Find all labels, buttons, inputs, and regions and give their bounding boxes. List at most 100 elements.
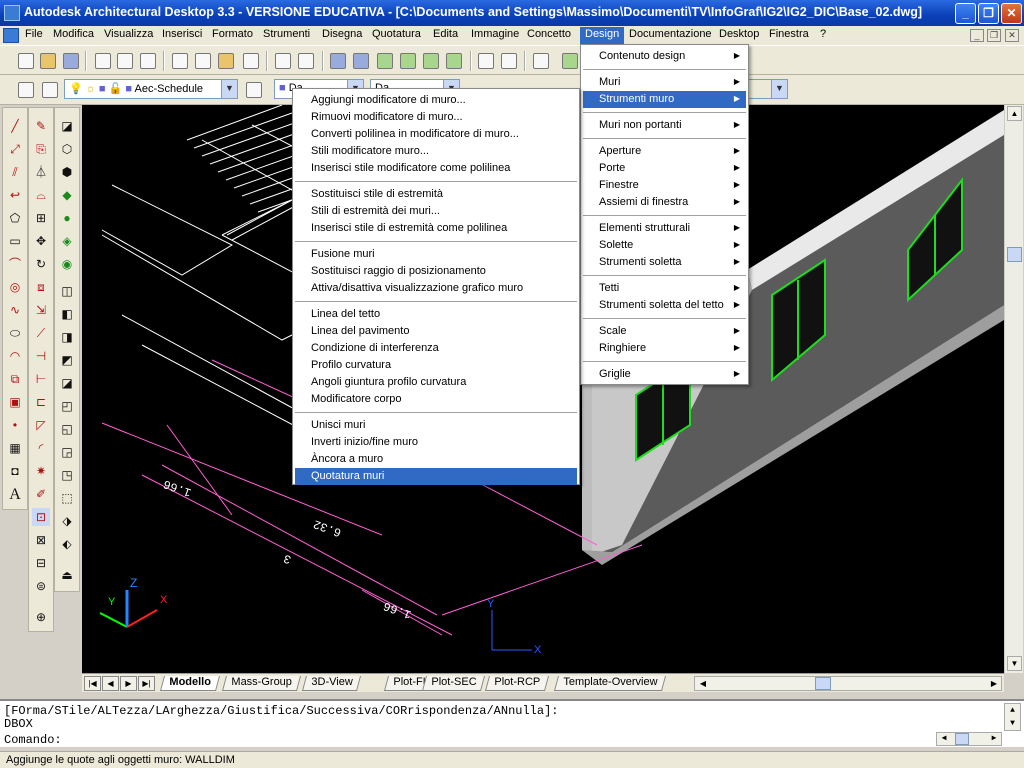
nw-iso-icon[interactable]: ⬚ xyxy=(58,489,76,507)
copy-icon[interactable] xyxy=(195,53,211,69)
menu-quotatura[interactable]: Quotatura xyxy=(367,27,426,44)
scale-icon[interactable]: ⧈ xyxy=(32,278,50,296)
mass-cylinder-icon[interactable]: ◈ xyxy=(58,232,76,250)
scroll-down-icon[interactable]: ▼ xyxy=(1005,717,1020,730)
polyline-icon[interactable]: ↩ xyxy=(6,186,24,204)
box-icon[interactable]: ⬢ xyxy=(58,163,76,181)
scroll-up-icon[interactable]: ▲ xyxy=(1007,106,1022,121)
chevron-down-icon[interactable]: ▼ xyxy=(221,80,237,98)
undo-icon[interactable] xyxy=(275,53,291,69)
ellipse-icon[interactable]: ⬭ xyxy=(6,324,24,342)
design-menu-item-strumenti-soletta-del-tetto[interactable]: Strumenti soletta del tetto ▶ xyxy=(583,297,746,314)
wall-menu-item-inverti-inizio-fine-muro[interactable]: Inverti inizio/fine muro xyxy=(295,434,577,451)
design-menu-item-contenuto-design[interactable]: Contenuto design ▶ xyxy=(583,48,746,65)
design-center-icon[interactable] xyxy=(377,53,393,69)
design-menu-item-ringhiere[interactable]: Ringhiere ▶ xyxy=(583,340,746,357)
design-menu-item-strumenti-soletta[interactable]: Strumenti soletta ▶ xyxy=(583,254,746,271)
named-views-icon[interactable] xyxy=(533,53,549,69)
mass-sphere-icon[interactable]: ● xyxy=(58,209,76,227)
print-preview-icon[interactable] xyxy=(117,53,133,69)
snap-icon[interactable]: ⊡ xyxy=(32,508,50,526)
menu-edita[interactable]: Edita xyxy=(428,27,463,44)
design-menu-item-tetti[interactable]: Tetti ▶ xyxy=(583,280,746,297)
scroll-right-icon[interactable]: ▶ xyxy=(987,733,1001,745)
lengthen-icon[interactable]: ⟋ xyxy=(32,324,50,342)
design-menu-item-assiemi-di-finestra[interactable]: Assiemi di finestra ▶ xyxy=(583,194,746,211)
match-properties-icon[interactable] xyxy=(243,53,259,69)
object-viewer-icon[interactable] xyxy=(446,53,462,69)
menu-inserisci[interactable]: Inserisci xyxy=(157,27,207,44)
command-prompt[interactable]: Comando: xyxy=(4,733,62,747)
move-icon[interactable]: ✥ xyxy=(32,232,50,250)
design-menu-item-aperture[interactable]: Aperture ▶ xyxy=(583,143,746,160)
view-right-icon[interactable]: ◩ xyxy=(58,351,76,369)
break-icon[interactable]: ⊏ xyxy=(32,393,50,411)
new-file-icon[interactable] xyxy=(18,53,34,69)
design-menu-item-scale[interactable]: Scale ▶ xyxy=(583,323,746,340)
minimize-button[interactable]: _ xyxy=(955,3,976,24)
scroll-thumb[interactable] xyxy=(1007,247,1022,262)
mass-dome-icon[interactable]: ◉ xyxy=(58,255,76,273)
wall-menu-item-inserisci-stile-di-estremita-come-polilinea[interactable]: Inserisci stile di estremità come polili… xyxy=(295,220,577,237)
make-layer-current-icon[interactable] xyxy=(42,82,58,98)
osnap-settings-icon[interactable]: ⊕ xyxy=(32,608,50,626)
rotate-icon[interactable]: ↻ xyxy=(32,255,50,273)
autocad-app-icon[interactable] xyxy=(4,5,20,21)
iso-view-icon[interactable]: ⬗ xyxy=(58,512,76,530)
menu-finestra[interactable]: Finestra xyxy=(764,27,814,44)
command-scrollbar[interactable]: ▲ ▼ xyxy=(1004,703,1021,731)
design-menu-item-strumenti-muro[interactable]: Strumenti muro ▶ xyxy=(583,91,746,108)
hyperlink-icon[interactable] xyxy=(330,53,346,69)
make-block-icon[interactable]: ▣ xyxy=(6,393,24,411)
layer-previous-icon[interactable] xyxy=(246,82,262,98)
design-menu-item-griglie[interactable]: Griglie ▶ xyxy=(583,366,746,383)
object-snap-icon[interactable]: ⊠ xyxy=(32,531,50,549)
menu-immagine[interactable]: Immagine xyxy=(466,27,524,44)
ortho-icon[interactable]: ⊟ xyxy=(32,554,50,572)
document-icon[interactable] xyxy=(3,28,19,43)
wall-menu-item-aggiungi-modificatore-di-muro[interactable]: Aggiungi modificatore di muro... xyxy=(295,92,577,109)
view-left-icon[interactable]: ◨ xyxy=(58,328,76,346)
polar-icon[interactable]: ⊜ xyxy=(32,577,50,595)
se-iso-icon[interactable]: ◲ xyxy=(58,443,76,461)
trim-icon[interactable]: ⊣ xyxy=(32,347,50,365)
chevron-down-icon[interactable]: ▼ xyxy=(771,80,787,98)
wall-menu-item-angoli-giuntura-profilo-curvatura[interactable]: Angoli giuntura profilo curvatura xyxy=(295,374,577,391)
stretch-icon[interactable]: ⇲ xyxy=(32,301,50,319)
paste-icon[interactable] xyxy=(218,53,234,69)
menu-concetto[interactable]: Concetto xyxy=(522,27,576,44)
3d-face-icon[interactable]: ⬡ xyxy=(58,140,76,158)
distance-icon[interactable] xyxy=(478,53,494,69)
layer-manager-icon[interactable] xyxy=(18,82,34,98)
polygon-icon[interactable]: ⬠ xyxy=(6,209,24,227)
maximize-button[interactable]: ❐ xyxy=(978,3,999,24)
perspective-icon[interactable]: ⬖ xyxy=(58,535,76,553)
mdi-close-button[interactable]: ✕ xyxy=(1005,29,1019,42)
design-menu-item-finestre[interactable]: Finestre ▶ xyxy=(583,177,746,194)
design-menu-item-muri[interactable]: Muri ▶ xyxy=(583,74,746,91)
prev-tab-icon[interactable]: ◀ xyxy=(102,676,119,691)
edit-polyline-icon[interactable]: ✐ xyxy=(32,485,50,503)
find-icon[interactable] xyxy=(140,53,156,69)
wall-menu-item-attiva-disattiva-visualizzazione-grafico-muro[interactable]: Attiva/disattiva visualizzazione grafico… xyxy=(295,280,577,297)
wall-menu-item-profilo-curvatura[interactable]: Profilo curvatura xyxy=(295,357,577,374)
menu-strumenti[interactable]: Strumenti xyxy=(258,27,315,44)
close-button[interactable]: ✕ xyxy=(1001,3,1022,24)
arc-icon[interactable]: ⌒ xyxy=(6,255,24,273)
menu-help[interactable]: ? xyxy=(815,27,831,44)
menu-disegna[interactable]: Disegna xyxy=(317,27,367,44)
view-bottom-icon[interactable]: ◪ xyxy=(58,374,76,392)
menu-desktop[interactable]: Desktop xyxy=(714,27,764,44)
camera-icon[interactable]: ⏏ xyxy=(58,566,76,584)
wall-menu-item-condizione-di-interferenza[interactable]: Condizione di interferenza xyxy=(295,340,577,357)
insert-block-icon[interactable]: ⧉ xyxy=(6,370,24,388)
wall-menu-item-inserisci-stile-modificatore-come-polilinea[interactable]: Inserisci stile modificatore come polili… xyxy=(295,160,577,177)
layout-tab-3d-view[interactable]: 3D-View xyxy=(301,676,362,691)
2d-solid-icon[interactable]: ◪ xyxy=(58,117,76,135)
print-icon[interactable] xyxy=(95,53,111,69)
menu-visualizza[interactable]: Visualizza xyxy=(99,27,158,44)
extend-icon[interactable]: ⊢ xyxy=(32,370,50,388)
wall-menu-item-modificatore-corpo[interactable]: Modificatore corpo xyxy=(295,391,577,408)
last-tab-icon[interactable]: ▶| xyxy=(138,676,155,691)
view-back-icon[interactable]: ◰ xyxy=(58,397,76,415)
